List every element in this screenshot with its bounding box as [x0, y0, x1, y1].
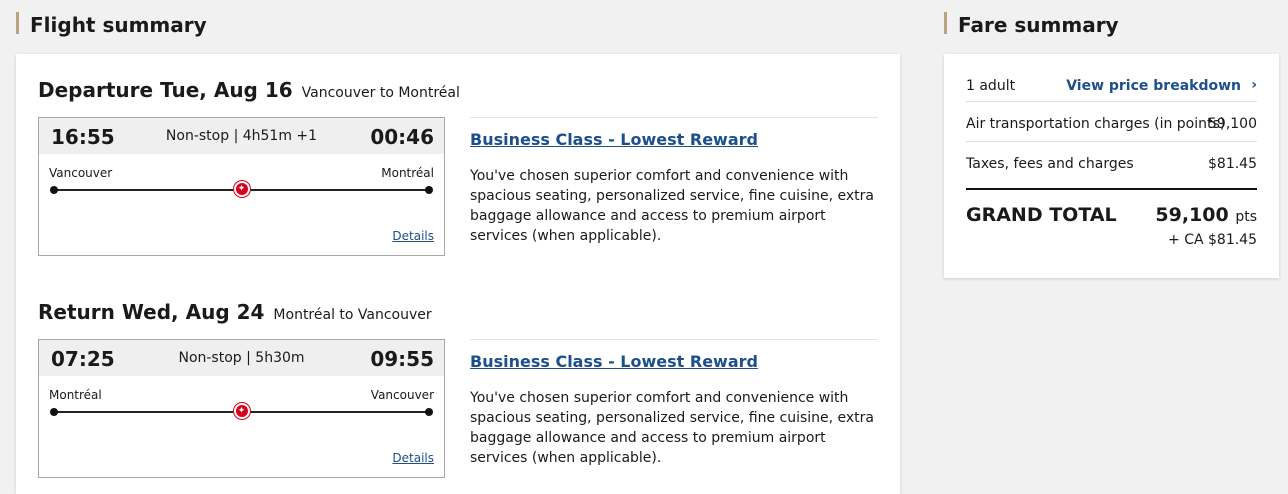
route-line: ✦ [50, 181, 433, 197]
origin-dot [50, 408, 58, 416]
bound-title: Departure Tue, Aug 16 Vancouver to Montr… [38, 78, 878, 104]
maple-leaf-icon: ✦ [233, 181, 250, 197]
passenger-count: 1 adult [966, 78, 1016, 94]
taxes-value: $81.45 [1208, 156, 1257, 172]
arrival-time: 00:46 [370, 125, 434, 149]
itinerary-header: 16:55 Non-stop | 4h51m +1 00:46 [39, 118, 444, 154]
itinerary-card: 16:55 Non-stop | 4h51m +1 00:46 Vancouve… [38, 117, 445, 256]
grand-total-label: GRAND TOTAL [966, 204, 1117, 226]
maple-leaf-icon: ✦ [233, 403, 250, 419]
return-bound: Return Wed, Aug 24 Montréal to Vancouver… [38, 300, 878, 478]
bound-label: Departure Tue, Aug 16 [38, 78, 293, 102]
flight-summary-heading: Flight summary [16, 12, 207, 37]
details-link[interactable]: Details [392, 229, 434, 243]
flight-summary-panel: Departure Tue, Aug 16 Vancouver to Montr… [16, 54, 900, 494]
air-charges-label: Air transportation charges (in points) [966, 116, 1226, 132]
details-link[interactable]: Details [392, 451, 434, 465]
total-divider [966, 188, 1257, 190]
bound-route: Montréal to Vancouver [273, 307, 432, 323]
fare-description-block: Business Class - Lowest Reward You've ch… [470, 117, 878, 246]
bound-title: Return Wed, Aug 24 Montréal to Vancouver [38, 300, 878, 326]
taxes-label: Taxes, fees and charges [966, 156, 1134, 172]
view-price-breakdown-link[interactable]: View price breakdown [1066, 78, 1241, 94]
fare-description-block: Business Class - Lowest Reward You've ch… [470, 339, 878, 468]
chevron-right-icon[interactable]: › [1251, 77, 1257, 93]
fare-summary-panel: 1 adult View price breakdown › Air trans… [944, 54, 1279, 278]
grand-total-row: GRAND TOTAL 59,100 pts + CA $81.45 [966, 204, 1257, 248]
destination-dot [425, 408, 433, 416]
origin-city: Vancouver [49, 166, 113, 180]
fare-summary-heading: Fare summary [944, 12, 1119, 37]
destination-city: Montréal [381, 166, 434, 180]
bound-route: Vancouver to Montréal [301, 85, 460, 101]
taxes-row: Taxes, fees and charges $81.45 [966, 156, 1257, 172]
divider [966, 141, 1257, 142]
divider [966, 101, 1257, 102]
grand-total-points-unit: pts [1235, 209, 1257, 225]
bound-label: Return Wed, Aug 24 [38, 300, 265, 324]
destination-dot [425, 186, 433, 194]
origin-dot [50, 186, 58, 194]
passenger-row: 1 adult View price breakdown › [966, 77, 1257, 94]
itinerary-header: 07:25 Non-stop | 5h30m 09:55 [39, 340, 444, 376]
route-line: ✦ [50, 403, 433, 419]
departure-bound: Departure Tue, Aug 16 Vancouver to Montr… [38, 78, 878, 256]
arrival-time: 09:55 [370, 347, 434, 371]
grand-total-cash: + CA $81.45 [1168, 232, 1257, 248]
origin-city: Montréal [49, 388, 102, 402]
grand-total-points: 59,100 pts [1155, 204, 1257, 226]
fare-description: You've chosen superior comfort and conve… [470, 390, 875, 466]
air-charges-value: 59,100 [1208, 116, 1257, 132]
air-charges-row: Air transportation charges (in points) 5… [966, 116, 1257, 132]
fare-class-link[interactable]: Business Class - Lowest Reward [470, 130, 878, 149]
destination-city: Vancouver [370, 388, 434, 402]
fare-description: You've chosen superior comfort and conve… [470, 168, 875, 244]
itinerary-card: 07:25 Non-stop | 5h30m 09:55 Montréal Va… [38, 339, 445, 478]
grand-total-points-value: 59,100 [1155, 204, 1229, 226]
fare-class-link[interactable]: Business Class - Lowest Reward [470, 352, 878, 371]
